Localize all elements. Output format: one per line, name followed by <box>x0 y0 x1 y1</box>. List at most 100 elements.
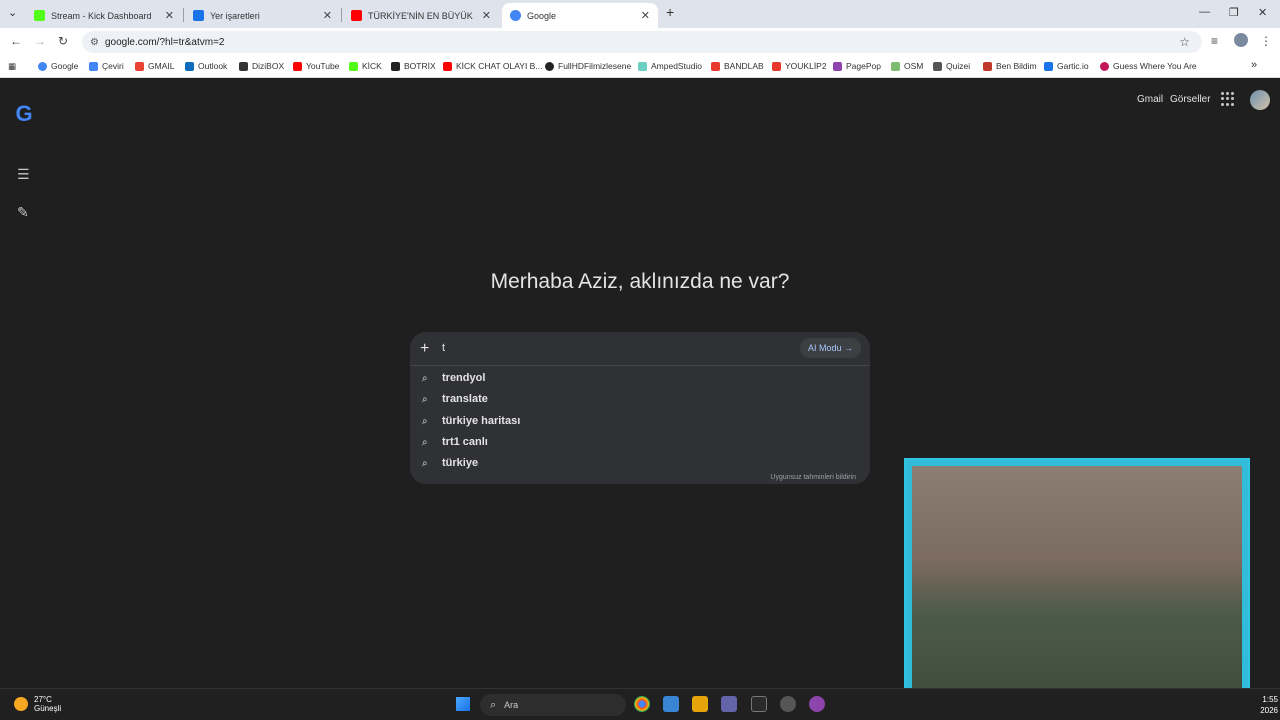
bookmark-item[interactable]: KİCK <box>349 61 382 71</box>
apps-grid-icon[interactable]: ▦ <box>8 61 16 72</box>
bookmark-item[interactable]: OSM <box>891 61 923 71</box>
address-bar[interactable]: ⚙ google.com/?hl=tr&atvm=2 ☆ <box>82 31 1202 53</box>
dizibox-icon <box>239 61 248 71</box>
pagepop-icon <box>833 61 842 71</box>
teams-icon[interactable] <box>721 696 737 712</box>
search-icon: ⌕ <box>422 372 428 384</box>
add-icon[interactable]: + <box>420 340 429 358</box>
bookmark-item[interactable]: GMAIL <box>135 61 174 71</box>
location-pin-icon <box>1100 61 1109 71</box>
gmail-link[interactable]: Gmail <box>1137 94 1163 105</box>
epic-games-icon[interactable] <box>751 696 767 712</box>
bookmark-star-icon[interactable]: ☆ <box>1179 35 1190 49</box>
bookmark-item[interactable]: BANDLAB <box>711 61 764 71</box>
weather-condition: Güneşli <box>34 704 62 713</box>
back-icon[interactable]: ← <box>10 34 22 48</box>
gmail-icon <box>135 61 144 71</box>
kick-icon <box>349 61 358 71</box>
bookmark-item[interactable]: KİCK CHAT OLAYI B... <box>443 61 542 71</box>
app-icon[interactable] <box>809 696 825 712</box>
suggestion-text: trt1 canlı <box>442 436 488 448</box>
windows-start-icon[interactable] <box>456 697 470 711</box>
minimize-icon[interactable]: — <box>1199 6 1210 18</box>
bookmark-label: BOTRİX <box>404 61 436 71</box>
tab-divider <box>341 8 342 22</box>
bookmark-label: OSM <box>904 61 924 71</box>
new-tab-button[interactable]: + <box>666 4 674 20</box>
bookmark-item[interactable]: DiziBOX <box>239 61 284 71</box>
suggestion-item[interactable]: ⌕ türkiye haritası <box>422 415 520 427</box>
greeting-heading: Merhaba Aziz, aklınızda ne var? <box>490 270 790 293</box>
close-icon[interactable]: ✕ <box>482 9 491 22</box>
bookmark-item[interactable]: FullHDFilmizlesene <box>545 61 631 71</box>
account-avatar[interactable] <box>1250 90 1270 110</box>
clock-time: 1:55 <box>1262 695 1278 704</box>
temperature: 27°C <box>34 695 52 704</box>
bookmark-item[interactable]: Quizei <box>933 61 970 71</box>
bookmark-item[interactable]: Ben Bildim <box>983 61 1037 71</box>
search-box[interactable]: + t AI Modu → ⌕ trendyol ⌕ translate ⌕ türk… <box>410 332 870 484</box>
search-icon: ⌕ <box>490 698 497 711</box>
bookmark-label: GMAIL <box>148 61 175 71</box>
bookmark-item[interactable]: YouTube <box>293 61 339 71</box>
star-icon <box>193 10 204 21</box>
google-apps-icon[interactable] <box>1221 92 1235 106</box>
close-icon[interactable]: ✕ <box>641 9 650 22</box>
search-icon: ⌕ <box>422 393 428 405</box>
tab-bookmarks[interactable]: Yer işaretleri ✕ <box>185 3 340 28</box>
bookmark-item[interactable]: Çeviri <box>89 61 124 71</box>
bookmark-item[interactable]: Gartic.io <box>1044 61 1089 71</box>
tab-strip: ⌄ Stream - Kick Dashboard ✕ Yer işaretle… <box>0 0 1280 28</box>
history-list-icon[interactable]: ☰ <box>17 166 30 183</box>
site-info-icon[interactable]: ⚙ <box>90 37 99 48</box>
media-control-icon[interactable]: ≡ <box>1211 34 1218 48</box>
search-input[interactable]: t <box>442 342 445 354</box>
system-clock[interactable]: 1:55 2026 <box>1250 694 1278 716</box>
suggestion-item[interactable]: ⌕ translate <box>422 393 488 405</box>
suggestion-item[interactable]: ⌕ türkiye <box>422 457 478 469</box>
suggestion-item[interactable]: ⌕ trendyol <box>422 372 485 384</box>
close-icon[interactable]: ✕ <box>323 9 332 22</box>
tab-google[interactable]: Google ✕ <box>502 3 658 28</box>
sun-icon <box>14 697 28 711</box>
suggestion-item[interactable]: ⌕ trt1 canlı <box>422 436 488 448</box>
tab-label: Yer işaretleri <box>210 10 260 21</box>
menu-icon[interactable]: ⋮ <box>1260 34 1272 48</box>
bookmark-label: KİCK CHAT OLAYI B... <box>456 61 543 71</box>
kick-icon <box>34 10 45 21</box>
bookmark-item[interactable]: Outlook <box>185 61 227 71</box>
chrome-icon[interactable] <box>634 696 650 712</box>
bookmark-item[interactable]: YOUKLİP2 <box>772 61 827 71</box>
weather-widget[interactable]: 27°C Güneşli <box>14 695 61 713</box>
images-link[interactable]: Görseller <box>1170 94 1211 105</box>
bookmark-label: KİCK <box>362 61 382 71</box>
bookmark-item[interactable]: AmpedStudio <box>638 61 702 71</box>
google-logo[interactable]: G <box>12 102 36 126</box>
report-predictions-link[interactable]: Uygunsuz tahminleri bildirin <box>770 474 856 481</box>
more-bookmarks-icon[interactable]: » <box>1251 59 1257 71</box>
ai-mode-button[interactable]: AI Modu → <box>800 338 862 358</box>
profile-avatar[interactable] <box>1234 33 1248 47</box>
maximize-icon[interactable]: ❐ <box>1229 6 1239 19</box>
reload-icon[interactable]: ↻ <box>58 34 68 48</box>
steam-icon[interactable] <box>780 696 796 712</box>
tab-search-icon[interactable]: ⌄ <box>8 6 17 19</box>
photos-icon[interactable] <box>663 696 679 712</box>
new-chat-icon[interactable]: ✎ <box>17 204 29 221</box>
tab-youtube-video[interactable]: TÜRKİYE'NİN EN BÜYÜK KUMA ✕ <box>343 3 499 28</box>
taskbar-search[interactable]: ⌕ Ara <box>480 694 626 716</box>
close-window-icon[interactable]: ✕ <box>1258 6 1267 19</box>
bookmark-item[interactable]: BOTRİX <box>391 61 436 71</box>
bookmark-label: Guess Where You Are <box>1113 61 1197 71</box>
translate-icon <box>89 61 98 71</box>
suggestion-text: türkiye <box>442 457 479 469</box>
quizei-icon <box>933 61 942 71</box>
bookmark-item[interactable]: Google <box>38 61 78 71</box>
bookmark-item[interactable]: Guess Where You Are <box>1100 61 1197 71</box>
media-icon[interactable] <box>692 696 708 712</box>
forward-icon[interactable]: → <box>34 34 46 48</box>
bookmark-item[interactable]: PagePop <box>833 61 881 71</box>
search-placeholder: Ara <box>504 700 519 710</box>
tab-kick-dashboard[interactable]: Stream - Kick Dashboard ✕ <box>26 3 182 28</box>
close-icon[interactable]: ✕ <box>165 9 174 22</box>
